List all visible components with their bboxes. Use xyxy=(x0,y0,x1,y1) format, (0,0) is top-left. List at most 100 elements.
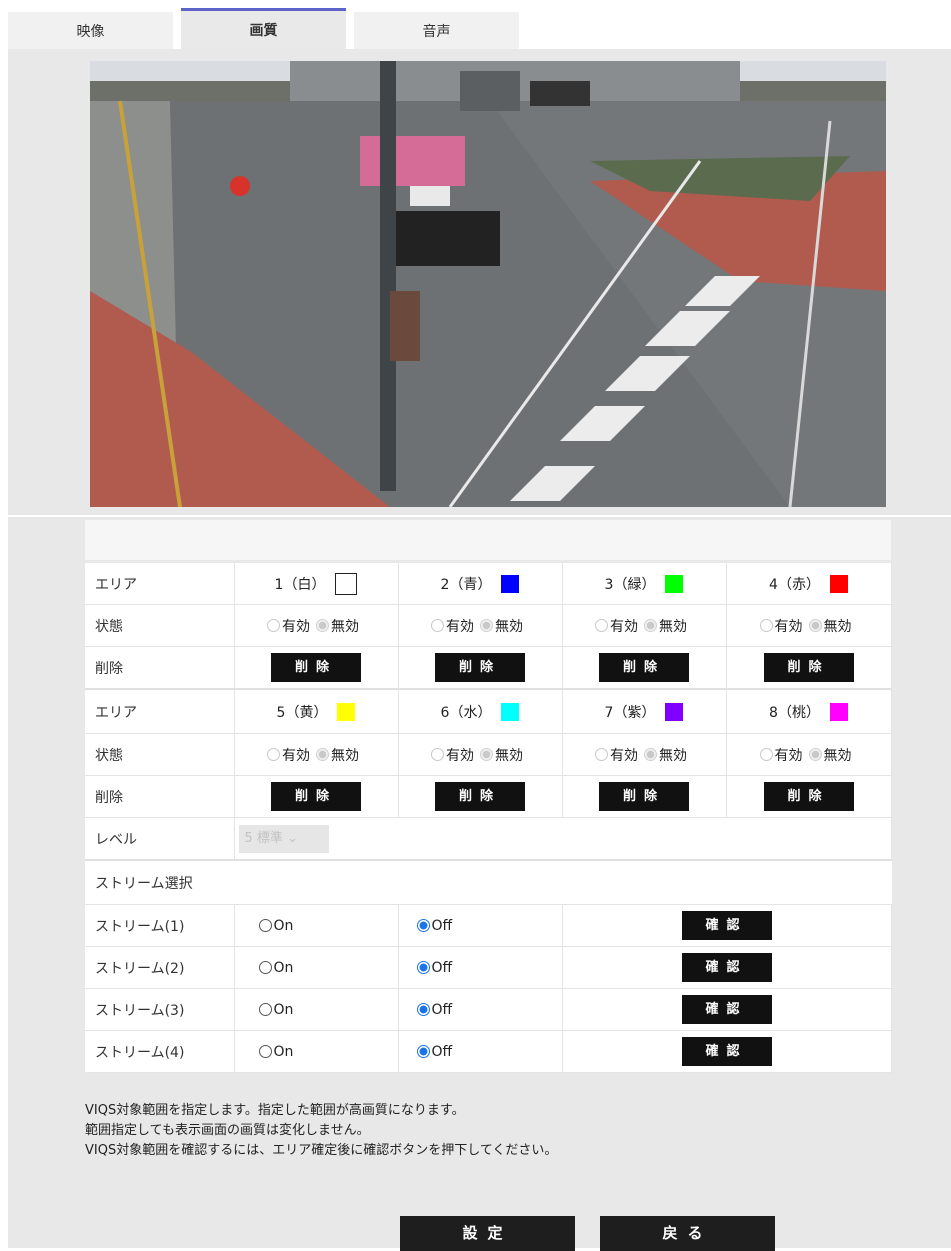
area-2-state: 有効 無効 xyxy=(398,604,563,647)
stream-2-off-radio[interactable] xyxy=(416,961,430,974)
settings-panel: エリア 1（白） 2（青） 3（緑） 4（赤） 状態 有効 無効 有効 無効 有効無… xyxy=(8,49,951,1251)
state-label: 状態 xyxy=(85,604,235,647)
delete-label: 削除 xyxy=(85,646,235,690)
area-6-color-swatch xyxy=(501,702,520,721)
area-8-disabled-radio[interactable] xyxy=(808,748,822,761)
stream-2-on-radio[interactable] xyxy=(258,961,272,974)
stream-row: ストリーム(4) On Off 確認 xyxy=(85,1030,892,1073)
area-7-delete-button[interactable]: 削除 xyxy=(599,782,689,811)
stream-label: ストリーム(1) xyxy=(85,904,235,947)
area-row-1: エリア 1（白） 2（青） 3（緑） 4（赤） xyxy=(85,563,892,605)
area-6-state: 有効 無効 xyxy=(398,733,563,776)
stream-3-on-radio[interactable] xyxy=(258,1003,272,1016)
area-6: 6（水） xyxy=(398,688,563,734)
area-3-delete-button[interactable]: 削除 xyxy=(599,653,689,682)
stream-row: ストリーム(2) On Off 確認 xyxy=(85,946,892,989)
area-4-enabled-radio[interactable] xyxy=(759,619,773,632)
stream-1-confirm-button[interactable]: 確認 xyxy=(681,911,772,940)
tab-video[interactable]: 映像 xyxy=(8,12,173,49)
area-8: 8（桃） xyxy=(726,688,892,734)
area-4-delete-button[interactable]: 削除 xyxy=(763,653,854,682)
area-5-enabled-radio[interactable] xyxy=(267,748,280,761)
area-label: エリア xyxy=(85,563,235,605)
state-row-1: 状態 有効 無効 有効 無効 有効 無効 有効 無効 xyxy=(85,604,892,647)
stream-3-off-radio[interactable] xyxy=(416,1003,430,1016)
delete-label: 削除 xyxy=(85,775,235,818)
note-line: VIQS対象範囲を確認するには、エリア確定後に確認ボタンを押下してください。 xyxy=(85,1143,558,1158)
area-5-state: 有効 無効 xyxy=(234,733,399,776)
camera-live-view[interactable] xyxy=(90,61,886,507)
area-8-enabled-radio[interactable] xyxy=(759,748,773,761)
level-label: レベル xyxy=(85,817,235,861)
area-4: 4（赤） xyxy=(726,563,892,605)
stream-row: ストリーム(1) On Off 確認 xyxy=(85,904,892,947)
area-3-enabled-radio[interactable] xyxy=(595,619,608,632)
stream-2-confirm-button[interactable]: 確認 xyxy=(681,953,772,982)
area-5-delete-button[interactable]: 削除 xyxy=(271,782,361,811)
delete-row-2: 削除 削除 削除 削除 削除 xyxy=(85,775,892,818)
tab-image-quality[interactable]: 画質 xyxy=(181,8,346,49)
stream-select-row: ストリーム選択 xyxy=(85,859,891,905)
camera-scene-image xyxy=(90,61,886,507)
area-7-color-swatch xyxy=(665,702,684,721)
area-5-disabled-radio[interactable] xyxy=(316,748,329,761)
area-6-enabled-radio[interactable] xyxy=(431,748,444,761)
back-button[interactable]: 戻る xyxy=(600,1216,775,1251)
area-2-disabled-radio[interactable] xyxy=(480,619,493,632)
area-label: エリア xyxy=(85,688,235,734)
stream-label: ストリーム(2) xyxy=(85,946,235,989)
area-4-color-swatch xyxy=(829,574,848,593)
area-1-disabled-radio[interactable] xyxy=(316,619,329,632)
stream-select-heading: ストリーム選択 xyxy=(85,859,891,905)
level-row: レベル 5 標準 ⌄ xyxy=(85,817,892,861)
area-2-delete-button[interactable]: 削除 xyxy=(435,653,525,682)
area-6-delete-button[interactable]: 削除 xyxy=(435,782,525,811)
area-8-delete-button[interactable]: 削除 xyxy=(763,782,854,811)
area-1: 1（白） xyxy=(234,563,399,605)
stream-1-on-radio[interactable] xyxy=(258,919,272,932)
area-2-enabled-radio[interactable] xyxy=(431,619,444,632)
area-7-enabled-radio[interactable] xyxy=(595,748,608,761)
tab-audio[interactable]: 音声 xyxy=(354,12,519,49)
area-7: 7（紫） xyxy=(562,688,727,734)
note-line: 範囲指定しても表示画面の画質は変化しません。 xyxy=(85,1123,370,1138)
area-3-color-swatch xyxy=(665,574,684,593)
stream-4-off-radio[interactable] xyxy=(416,1045,430,1058)
chevron-down-icon: ⌄ xyxy=(287,830,298,846)
stream-1-off-radio[interactable] xyxy=(416,919,430,932)
area-7-state: 有効 無効 xyxy=(562,733,727,776)
stream-4-on-radio[interactable] xyxy=(258,1045,272,1058)
tab-bar: 映像 画質 音声 xyxy=(8,8,951,49)
set-button[interactable]: 設定 xyxy=(400,1216,575,1251)
stream-label: ストリーム(3) xyxy=(85,988,235,1031)
area-1-delete-button[interactable]: 削除 xyxy=(271,653,361,682)
area-8-state: 有効 無効 xyxy=(726,733,892,776)
level-select[interactable]: 5 標準 ⌄ xyxy=(238,824,329,853)
stream-label: ストリーム(4) xyxy=(85,1030,235,1073)
area-2: 2（青） xyxy=(398,563,563,605)
area-3: 3（緑） xyxy=(562,563,727,605)
area-8-color-swatch xyxy=(829,702,848,721)
area-4-state: 有効 無効 xyxy=(726,604,892,647)
area-4-disabled-radio[interactable] xyxy=(808,619,822,632)
area-6-disabled-radio[interactable] xyxy=(480,748,493,761)
delete-row-1: 削除 削除 削除 削除 削除 xyxy=(85,646,892,690)
area-1-color-swatch xyxy=(335,572,358,595)
separator xyxy=(8,515,951,517)
state-label: 状態 xyxy=(85,733,235,776)
help-notes: VIQS対象範囲を指定します。指定した範囲が高画質になります。 範囲指定しても表… xyxy=(85,1101,557,1161)
state-row-2: 状態 有効 無効 有効 無効 有効 無効 有効 無効 xyxy=(85,733,892,776)
viqs-settings-table: エリア 1（白） 2（青） 3（緑） 4（赤） 状態 有効 無効 有効 無効 有効無… xyxy=(85,563,892,1073)
area-canvas-bar xyxy=(85,520,891,560)
area-5-color-swatch xyxy=(337,702,356,721)
area-2-color-swatch xyxy=(501,574,520,593)
area-1-enabled-radio[interactable] xyxy=(267,619,280,632)
area-1-state: 有効 無効 xyxy=(234,604,399,647)
note-line: VIQS対象範囲を指定します。指定した範囲が高画質になります。 xyxy=(85,1103,465,1118)
area-7-disabled-radio[interactable] xyxy=(644,748,657,761)
stream-3-confirm-button[interactable]: 確認 xyxy=(681,995,772,1024)
area-3-disabled-radio[interactable] xyxy=(644,619,657,632)
area-5: 5（黄） xyxy=(234,688,399,734)
stream-4-confirm-button[interactable]: 確認 xyxy=(681,1037,772,1066)
area-row-2: エリア 5（黄） 6（水） 7（紫） 8（桃） xyxy=(85,688,892,734)
